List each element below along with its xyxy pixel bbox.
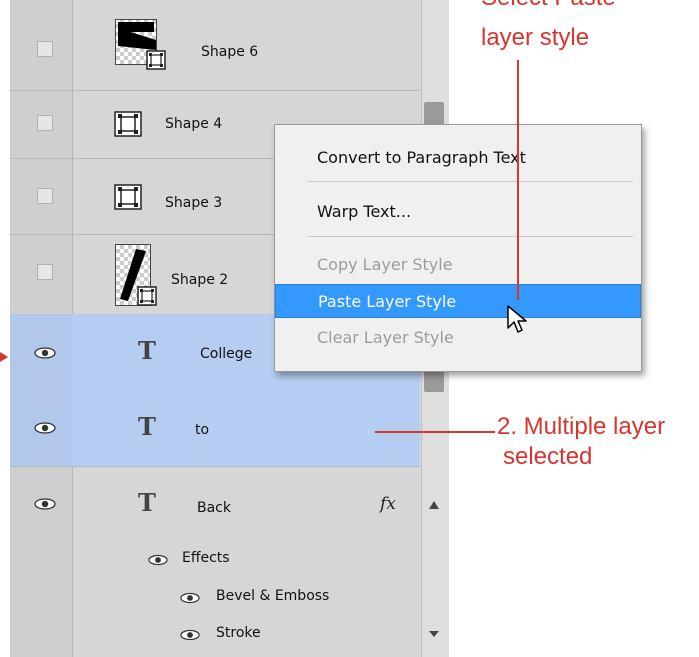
text-layer-icon: T [138, 412, 156, 441]
layer-name: Shape 6 [201, 44, 259, 60]
annotation-top-line1: Select Paste [481, 0, 616, 13]
vector-mask-icon [137, 286, 157, 306]
eye-icon[interactable] [148, 554, 168, 566]
eye-icon[interactable] [34, 498, 56, 510]
annotation-right-line2: selected [503, 443, 593, 470]
visibility-toggle[interactable] [10, 234, 72, 314]
annotation-line-vertical [517, 60, 519, 300]
layer-name: Shape 3 [165, 195, 223, 211]
layer-row-back[interactable]: T Back fx Effects Bevel & Emboss Stroke [10, 466, 420, 657]
eye-icon[interactable] [34, 422, 56, 434]
annotation-right: 2. Multiple layer selected [497, 412, 665, 472]
visibility-checkbox[interactable] [37, 264, 53, 280]
effect-item-stroke: Stroke [216, 625, 261, 641]
menu-separator [307, 181, 633, 182]
visibility-toggle[interactable] [10, 392, 72, 466]
vector-mask-icon [114, 184, 142, 210]
visibility-checkbox[interactable] [37, 41, 53, 57]
visibility-checkbox[interactable] [37, 115, 53, 131]
annotation-right-line1: 2. Multiple layer [497, 413, 666, 440]
visibility-toggle[interactable] [10, 466, 72, 657]
scroll-down-arrow-icon[interactable] [428, 630, 440, 638]
eye-icon[interactable] [180, 592, 200, 604]
layer-name: to [195, 422, 210, 438]
effects-header: Effects [182, 550, 230, 566]
vector-mask-icon [114, 111, 142, 137]
visibility-toggle[interactable] [10, 90, 72, 158]
layer-effects-icon[interactable]: fx [380, 494, 396, 514]
visibility-toggle[interactable] [10, 158, 72, 234]
menu-item-copy-layer-style[interactable]: Copy Layer Style [275, 248, 641, 282]
menu-separator [307, 236, 633, 237]
scroll-up-arrow-icon[interactable] [428, 500, 440, 510]
eye-icon[interactable] [34, 347, 56, 359]
layer-name: College [200, 346, 253, 362]
layer-name: Back [197, 500, 231, 516]
text-layer-icon: T [138, 488, 156, 517]
layer-row-to[interactable]: T to [10, 392, 420, 467]
annotation-top: Select Paste layer style [481, 0, 616, 53]
visibility-toggle[interactable] [10, 314, 72, 392]
annotation-top-line2: layer style [481, 24, 590, 51]
effect-item-bevel: Bevel & Emboss [216, 588, 330, 604]
layer-name: Shape 4 [165, 116, 223, 132]
visibility-toggle[interactable] [10, 14, 72, 90]
vector-mask-icon [146, 50, 166, 70]
layer-row-shape-6[interactable]: Shape 6 [10, 14, 420, 91]
menu-item-clear-layer-style[interactable]: Clear Layer Style [275, 321, 641, 355]
menu-item-convert-paragraph[interactable]: Convert to Paragraph Text [275, 141, 641, 175]
menu-item-warp-text[interactable]: Warp Text... [275, 195, 641, 229]
annotation-line-horizontal [375, 431, 495, 433]
menu-item-paste-layer-style[interactable]: Paste Layer Style [275, 284, 641, 318]
annotation-arrow-icon [0, 352, 8, 362]
text-layer-icon: T [138, 336, 156, 365]
eye-icon[interactable] [180, 629, 200, 641]
visibility-checkbox[interactable] [37, 188, 53, 204]
mouse-cursor-icon [507, 305, 527, 333]
context-menu: Convert to Paragraph Text Warp Text... C… [274, 124, 642, 372]
layer-name: Shape 2 [171, 272, 229, 288]
